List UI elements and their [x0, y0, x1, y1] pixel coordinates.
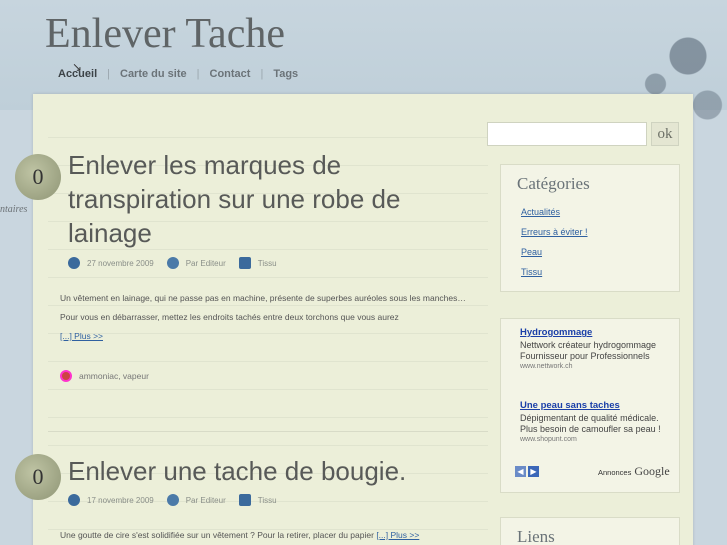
post-title[interactable]: Enlever une tache de bougie.	[68, 454, 448, 488]
ad-navigation: ◀ ▶	[515, 466, 539, 477]
ad-item: Hydrogommage Nettwork créateur hydrogomm…	[520, 327, 675, 370]
post-date: 27 novembre 2009	[87, 258, 154, 268]
read-more-link[interactable]: [...] Plus >>	[376, 530, 419, 540]
read-more-link[interactable]: [...] Plus >>	[60, 331, 103, 341]
post-tags-text[interactable]: ammoniac, vapeur	[79, 371, 149, 381]
ad-text: Nettwork créateur hydrogommage Fournisse…	[520, 340, 657, 361]
nav-item-carte-du-site[interactable]: Carte du site	[120, 68, 187, 80]
list-item: Erreurs à éviter !	[521, 227, 588, 247]
post-category[interactable]: Tissu	[258, 259, 277, 268]
links-widget: Liens	[500, 517, 680, 545]
nav-separator: |	[260, 68, 264, 80]
search-button[interactable]: ok	[651, 122, 679, 146]
folder-icon	[238, 494, 251, 506]
nav-item-tags[interactable]: Tags	[273, 68, 298, 80]
ad-title-link[interactable]: Une peau sans taches	[520, 400, 675, 411]
nav-item-accueil[interactable]: Accueil	[58, 68, 97, 80]
tag-icon	[60, 370, 72, 382]
links-title: Liens	[517, 527, 555, 545]
clock-icon	[68, 494, 80, 506]
author-icon	[166, 257, 179, 269]
post-excerpt: Une goutte de cire s'est solidifiée sur …	[60, 526, 480, 545]
author-icon	[166, 494, 179, 506]
post-excerpt-text: Une goutte de cire s'est solidifiée sur …	[60, 530, 374, 540]
category-link-tissu[interactable]: Tissu	[521, 267, 542, 277]
ad-text: Dépigmentant de qualité médicale. Plus b…	[520, 413, 661, 434]
clock-icon	[68, 257, 80, 269]
ads-by-google[interactable]: Annonces Google	[598, 464, 670, 479]
nav-item-contact[interactable]: Contact	[210, 68, 251, 80]
ad-prev-icon[interactable]: ◀	[515, 466, 526, 477]
post-title[interactable]: Enlever les marques de transpiration sur…	[68, 148, 448, 250]
post-excerpt-text: Un vêtement en lainage, qui ne passe pas…	[60, 293, 466, 322]
categories-list: Actualités Erreurs à éviter ! Peau Tissu	[521, 207, 588, 287]
post-category[interactable]: Tissu	[258, 496, 277, 505]
list-item: Peau	[521, 247, 588, 267]
categories-widget: Catégories Actualités Erreurs à éviter !…	[500, 164, 680, 292]
ads-widget: Hydrogommage Nettwork créateur hydrogomm…	[500, 318, 680, 493]
list-item: Actualités	[521, 207, 588, 227]
post-date: 17 novembre 2009	[87, 495, 154, 505]
ad-item: Une peau sans taches Dépigmentant de qua…	[520, 400, 675, 443]
ad-url[interactable]: www.shopunt.com	[520, 436, 675, 443]
comment-count-note: ntaires	[0, 204, 28, 215]
post-meta: 17 novembre 2009 Par Editeur Tissu	[68, 494, 290, 506]
post-tags: ammoniac, vapeur	[60, 370, 149, 382]
categories-title: Catégories	[517, 174, 590, 193]
google-logo: Google	[634, 464, 670, 478]
comment-count-badge[interactable]: 0	[15, 154, 61, 200]
category-link-actualites[interactable]: Actualités	[521, 207, 560, 217]
post-divider	[48, 431, 488, 432]
list-item: Tissu	[521, 267, 588, 287]
comment-count-badge[interactable]: 0	[15, 454, 61, 500]
search-input[interactable]	[487, 122, 647, 146]
ads-brand-prefix: Annonces	[598, 468, 632, 477]
post-author[interactable]: Par Editeur	[186, 496, 226, 505]
folder-icon	[238, 257, 251, 269]
ad-title-link[interactable]: Hydrogommage	[520, 327, 675, 338]
ad-url[interactable]: www.nettwork.ch	[520, 363, 675, 370]
post-author[interactable]: Par Editeur	[186, 259, 226, 268]
category-link-erreurs[interactable]: Erreurs à éviter !	[521, 227, 588, 237]
category-link-peau[interactable]: Peau	[521, 247, 542, 257]
main-nav: Accueil | Carte du site | Contact | Tags	[58, 68, 298, 80]
post-excerpt: Un vêtement en lainage, qui ne passe pas…	[60, 289, 480, 346]
nav-separator: |	[196, 68, 200, 80]
nav-separator: |	[107, 68, 110, 80]
ad-next-icon[interactable]: ▶	[528, 466, 539, 477]
site-title[interactable]: Enlever Tache	[45, 10, 285, 58]
post-meta: 27 novembre 2009 Par Editeur Tissu	[68, 257, 290, 269]
